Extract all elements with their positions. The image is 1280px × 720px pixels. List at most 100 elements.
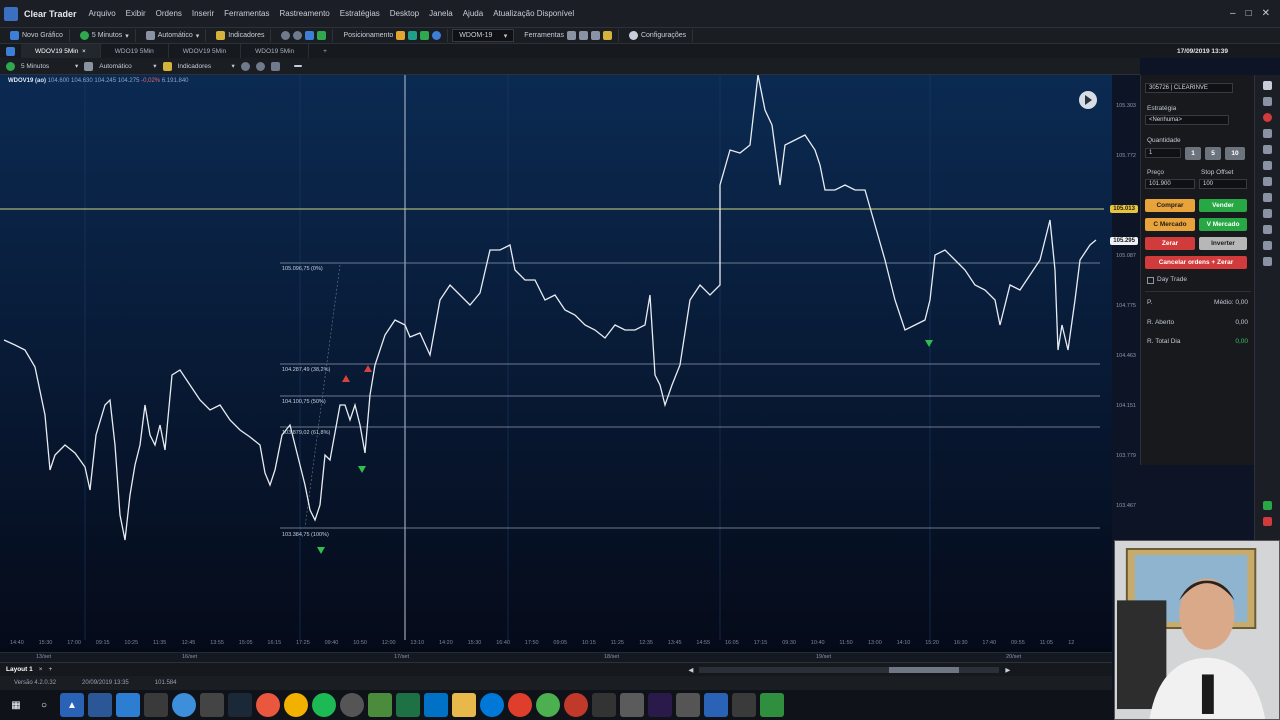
book-icon[interactable]	[420, 31, 430, 40]
menu-item[interactable]: Ferramentas	[224, 9, 269, 18]
tab-1[interactable]: WDOV19 5Min ×	[21, 44, 101, 58]
rectangle-icon[interactable]	[1263, 225, 1272, 234]
zoom-out-icon[interactable]	[293, 31, 303, 40]
word-icon[interactable]	[88, 693, 112, 717]
scroll-left-icon[interactable]: ◀	[688, 666, 693, 674]
app-icon[interactable]	[284, 693, 308, 717]
menu-item[interactable]: Inserir	[192, 9, 214, 18]
app-icon[interactable]	[340, 693, 364, 717]
invert-position-button[interactable]: Inverter	[1199, 237, 1247, 250]
app-icon[interactable]	[620, 693, 644, 717]
chart-indicators-button[interactable]: Indicadores	[178, 63, 226, 70]
maximize-icon[interactable]: □	[1246, 8, 1252, 19]
menu-item[interactable]: Estratégias	[340, 9, 380, 18]
text-icon[interactable]	[1263, 209, 1272, 218]
media-icon[interactable]	[564, 693, 588, 717]
add-layout-button[interactable]: +	[49, 666, 53, 673]
horizontal-line-icon[interactable]	[1263, 145, 1272, 154]
buy-arrow-icon[interactable]	[1263, 501, 1272, 510]
vertical-line-icon[interactable]	[1263, 161, 1272, 170]
scroll-right-icon[interactable]: ▶	[1005, 666, 1010, 674]
symbol-select[interactable]: WDOM-19 ▾	[452, 29, 515, 42]
key-icon[interactable]	[602, 31, 612, 40]
search-icon[interactable]: ○	[32, 693, 56, 717]
draw-line-icon[interactable]	[293, 65, 302, 67]
app-icon[interactable]	[200, 693, 224, 717]
fibonacci-icon[interactable]	[1263, 193, 1272, 202]
table-icon[interactable]	[408, 31, 418, 40]
tab-3[interactable]: WDOV19 5Min	[169, 44, 242, 58]
excel-icon[interactable]	[396, 693, 420, 717]
menu-item[interactable]: Arquivo	[89, 9, 116, 18]
daytrade-checkbox[interactable]	[1147, 277, 1154, 284]
settings-button[interactable]: Configurações	[623, 29, 694, 42]
app-icon[interactable]	[256, 693, 280, 717]
buy-button[interactable]: Comprar	[1145, 199, 1195, 212]
app-icon[interactable]	[704, 693, 728, 717]
price-input[interactable]: 101.900	[1145, 179, 1195, 189]
chart-interval-select[interactable]: 5 Minutos	[21, 63, 69, 70]
menu-item[interactable]: Ordens	[156, 9, 182, 18]
sell-button[interactable]: Vender	[1199, 199, 1247, 212]
close-icon[interactable]: ×	[82, 48, 86, 55]
tools-menu[interactable]: Ferramentas	[518, 29, 619, 42]
start-icon[interactable]: ▦	[4, 693, 28, 717]
indicators-button[interactable]: Indicadores	[210, 29, 272, 42]
zoom-out-icon[interactable]	[255, 61, 265, 71]
strategy-select[interactable]: <Nenhuma>	[1145, 115, 1229, 125]
folder-icon[interactable]	[452, 693, 476, 717]
new-chart-button[interactable]: Novo Gráfico	[4, 29, 70, 42]
quantity-preset-1[interactable]: 1	[1185, 147, 1201, 160]
stop-offset-input[interactable]: 100	[1199, 179, 1247, 189]
steam-icon[interactable]	[228, 693, 252, 717]
line-icon[interactable]	[578, 31, 588, 40]
chart-mode-select[interactable]: Automático	[99, 63, 147, 70]
close-icon[interactable]: ✕	[1262, 8, 1270, 19]
zoom-in-icon[interactable]	[281, 31, 291, 40]
menu-item[interactable]: Atualização Disponível	[493, 9, 574, 18]
print-icon[interactable]	[270, 61, 280, 71]
buy-market-button[interactable]: C Mercado	[1145, 218, 1195, 231]
trend-line-icon[interactable]	[1263, 129, 1272, 138]
ellipse-icon[interactable]	[1263, 241, 1272, 250]
cursor-icon[interactable]	[1263, 81, 1272, 90]
price-chart[interactable]: 105.096,75 (0%) 104.287,49 (38,2%) 104.1…	[0, 75, 1112, 658]
crosshair-icon[interactable]	[1263, 97, 1272, 106]
chrome-icon[interactable]	[536, 693, 560, 717]
zoom-tools[interactable]	[275, 29, 334, 42]
channel-icon[interactable]	[1263, 177, 1272, 186]
globe-icon[interactable]	[432, 31, 442, 40]
quantity-preset-10[interactable]: 10	[1225, 147, 1245, 160]
horizontal-scrollbar[interactable]	[699, 666, 1000, 673]
menu-item[interactable]: Rastreamento	[280, 9, 330, 18]
app-icon[interactable]	[732, 693, 756, 717]
sell-arrow-icon[interactable]	[1263, 517, 1272, 526]
edge-icon[interactable]	[480, 693, 504, 717]
quantity-preset-5[interactable]: 5	[1205, 147, 1221, 160]
arrow-icon[interactable]	[1263, 257, 1272, 266]
explorer-icon[interactable]	[116, 693, 140, 717]
app-icon[interactable]	[592, 693, 616, 717]
zero-position-button[interactable]: Zerar	[1145, 237, 1195, 250]
menu-item[interactable]: Desktop	[390, 9, 419, 18]
quantity-input[interactable]: 1	[1145, 148, 1181, 158]
app-icon[interactable]	[760, 693, 784, 717]
menu-item[interactable]: Janela	[429, 9, 453, 18]
positioning-tools[interactable]: Posicionamento	[337, 29, 449, 42]
zoom-in-icon[interactable]	[240, 61, 250, 71]
spotify-icon[interactable]	[312, 693, 336, 717]
layout-tab[interactable]: Layout 1	[6, 666, 33, 673]
tab-4[interactable]: WDO19 5Min	[241, 44, 310, 58]
premiere-icon[interactable]	[648, 693, 672, 717]
app-icon[interactable]	[676, 693, 700, 717]
sell-market-button[interactable]: V Mercado	[1199, 218, 1247, 231]
fit-icon[interactable]	[305, 31, 315, 40]
account-select[interactable]: 305726 | CLEARINVE	[1145, 83, 1233, 93]
menu-item[interactable]: Exibir	[126, 9, 146, 18]
tab-2[interactable]: WDO19 5Min	[101, 44, 169, 58]
add-tab-button[interactable]: +	[309, 44, 341, 58]
clear-trader-taskbar-icon[interactable]: ▲	[60, 693, 84, 717]
outlook-icon[interactable]	[424, 693, 448, 717]
app-icon[interactable]	[508, 693, 532, 717]
browser-icon[interactable]	[172, 693, 196, 717]
